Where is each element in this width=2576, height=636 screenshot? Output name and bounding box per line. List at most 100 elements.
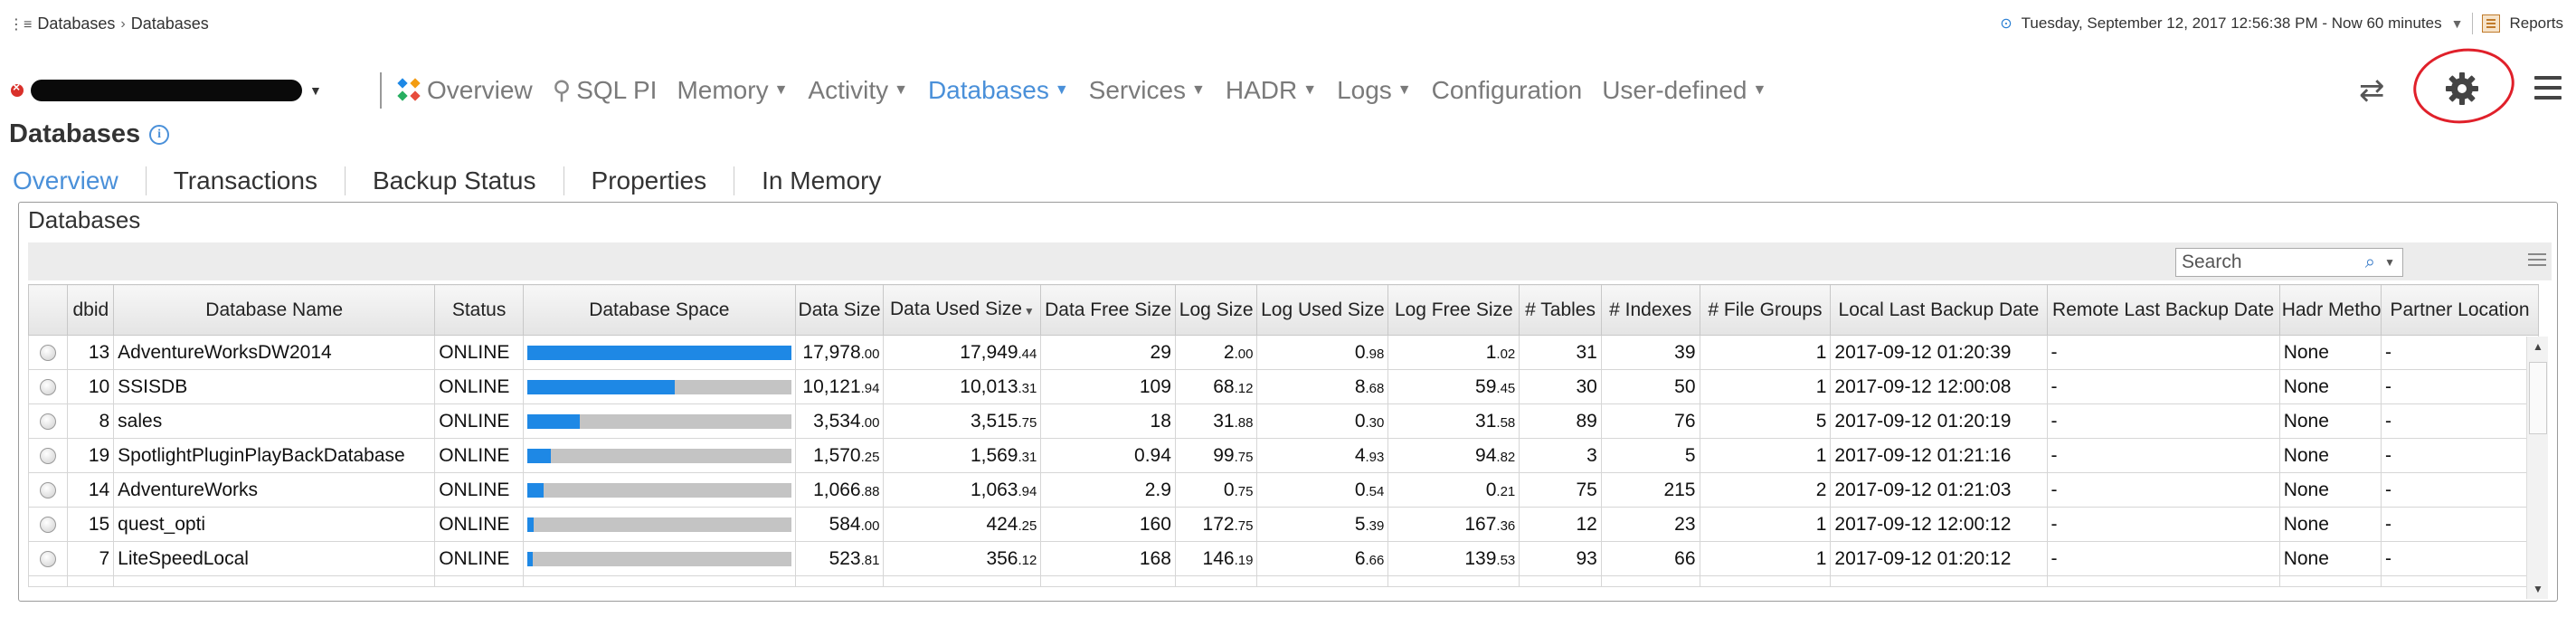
cell-dec: .82 xyxy=(1496,449,1516,465)
row-select-cell[interactable] xyxy=(27,369,69,404)
cell xyxy=(1174,575,1258,587)
cell: 2017-09-12 01:20:39 xyxy=(1830,335,2048,370)
table-row[interactable]: 19 SpotlightPluginPlayBackDatabase ONLINE 1… xyxy=(27,438,2539,473)
cell: ONLINE xyxy=(434,403,524,439)
time-range-dropdown-icon[interactable]: ▼ xyxy=(2451,16,2464,31)
breadcrumb-separator-icon: › xyxy=(120,15,126,32)
databases-panel: Databases Search ⌕ ▼ dbid Database Name St… xyxy=(18,202,2558,602)
cell: LiteSpeedLocal xyxy=(113,541,436,576)
subtab-properties[interactable]: Properties xyxy=(563,166,734,195)
column-header-partner-location[interactable]: Partner Location xyxy=(2381,284,2539,336)
chevron-down-icon[interactable]: ▼ xyxy=(309,83,322,98)
scroll-thumb[interactable] xyxy=(2529,362,2547,434)
row-radio[interactable] xyxy=(40,447,57,464)
column-header-hadr-method[interactable]: Hadr Method xyxy=(2278,284,2382,336)
nav-tab-configuration[interactable]: Configuration xyxy=(1432,76,1583,105)
nav-tab-databases[interactable]: Databases ▼ xyxy=(928,76,1069,105)
nav-tab-memory[interactable]: Memory ▼ xyxy=(677,76,788,105)
nav-tab-user-defined[interactable]: User-defined ▼ xyxy=(1602,76,1766,105)
row-radio[interactable] xyxy=(40,481,57,498)
reports-link[interactable]: Reports xyxy=(2509,14,2563,33)
row-radio[interactable] xyxy=(40,344,57,361)
column-header-label: Log Used Size xyxy=(1261,299,1385,320)
row-radio[interactable] xyxy=(40,516,57,533)
row-select-cell[interactable] xyxy=(27,403,69,439)
search-icon[interactable]: ⌕ xyxy=(2365,252,2375,273)
column-header-select[interactable] xyxy=(27,284,69,336)
info-icon[interactable]: i xyxy=(149,124,170,145)
table-row[interactable]: 14 AdventureWorks ONLINE 1,066.88 1,063.94 2.… xyxy=(27,472,2539,508)
row-radio[interactable] xyxy=(40,413,57,430)
column-header-log-used-size[interactable]: Log Used Size xyxy=(1256,284,1389,336)
nav-tab-services[interactable]: Services ▼ xyxy=(1089,76,1206,105)
row-radio[interactable] xyxy=(40,550,57,567)
cell: - xyxy=(2046,335,2280,370)
column-header-remote-last-backup-date[interactable]: Remote Last Backup Date xyxy=(2046,284,2280,336)
server-selector[interactable]: ▼ xyxy=(11,80,322,101)
hamburger-menu-icon[interactable] xyxy=(2534,76,2562,101)
table-row[interactable]: 15 quest_opti ONLINE 584.00 424.25 160 172.75 5… xyxy=(27,507,2539,542)
cell-int: 1 xyxy=(1485,341,1497,363)
cell-int: 146 xyxy=(1202,547,1235,569)
refresh-icon[interactable]: ⇄ xyxy=(2359,72,2385,109)
column-header-data-size[interactable]: Data Size xyxy=(794,284,885,336)
cell xyxy=(2381,575,2539,587)
nav-tab-logs[interactable]: Logs ▼ xyxy=(1337,76,1412,105)
column-header-data-free-size[interactable]: Data Free Size xyxy=(1040,284,1176,336)
search-options-dropdown-icon[interactable]: ▼ xyxy=(2384,256,2395,269)
row-select-cell[interactable] xyxy=(27,472,69,508)
row-radio[interactable] xyxy=(40,378,57,395)
column-header-status[interactable]: Status xyxy=(434,284,524,336)
column-header-log-size[interactable]: Log Size xyxy=(1174,284,1258,336)
search-input[interactable]: Search ⌕ ▼ xyxy=(2175,248,2403,277)
column-header--file-groups[interactable]: # File Groups xyxy=(1699,284,1832,336)
row-select-cell[interactable] xyxy=(27,541,69,576)
table-row[interactable]: 10 SSISDB ONLINE 10,121.94 10,013.31 109 68.12… xyxy=(27,369,2539,404)
cell xyxy=(1600,575,1700,587)
column-header-local-last-backup-date[interactable]: Local Last Backup Date xyxy=(1830,284,2048,336)
subtab-overview[interactable]: Overview xyxy=(13,166,146,195)
cell xyxy=(2278,575,2382,587)
table-row[interactable]: 13 AdventureWorksDW2014 ONLINE 17,978.00 17,… xyxy=(27,335,2539,370)
page-title: Databases i xyxy=(9,119,170,149)
table-row[interactable]: 7 LiteSpeedLocal ONLINE 523.81 356.12 168 146.… xyxy=(27,541,2539,576)
column-header-database-space[interactable]: Database Space xyxy=(523,284,796,336)
column-header-log-free-size[interactable]: Log Free Size xyxy=(1387,284,1520,336)
nav-tab-sql-pi[interactable]: ⚲ SQL PI xyxy=(553,75,658,105)
subtab-in-memory[interactable]: In Memory xyxy=(734,166,908,195)
scroll-down-icon[interactable]: ▼ xyxy=(2533,583,2543,595)
cell: 215 xyxy=(1600,472,1700,508)
column-header-database-name[interactable]: Database Name xyxy=(113,284,436,336)
nav-tab-activity[interactable]: Activity ▼ xyxy=(808,76,908,105)
nav-tab-overview[interactable]: Overview xyxy=(397,76,533,105)
cell xyxy=(67,575,115,587)
chevron-down-icon: ▼ xyxy=(1302,81,1318,98)
nav-tab-hadr[interactable]: HADR ▼ xyxy=(1226,76,1317,105)
cell-int: 139 xyxy=(1464,547,1497,569)
gear-icon[interactable] xyxy=(2442,69,2482,109)
row-select-cell[interactable] xyxy=(27,507,69,542)
vertical-scrollbar[interactable]: ▲ ▼ xyxy=(2526,337,2548,599)
cell xyxy=(113,575,436,587)
row-select-cell[interactable] xyxy=(27,438,69,473)
reports-icon[interactable] xyxy=(2482,14,2501,33)
subtab-backup-status[interactable]: Backup Status xyxy=(344,166,564,195)
database-space-bar xyxy=(527,551,791,566)
nav-tab-label: SQL PI xyxy=(576,75,658,104)
column-header--tables[interactable]: # Tables xyxy=(1519,284,1602,336)
column-header-dbid[interactable]: dbid xyxy=(67,284,115,336)
subtab-transactions[interactable]: Transactions xyxy=(145,166,345,195)
time-range-label[interactable]: Tuesday, September 12, 2017 12:56:38 PM … xyxy=(2022,14,2442,33)
column-chooser-icon[interactable] xyxy=(2528,253,2546,270)
table-row[interactable]: 8 sales ONLINE 3,534.00 3,515.75 18 31.88 0.30 3… xyxy=(27,403,2539,439)
nav-tab-label: Memory xyxy=(677,75,769,104)
column-header--indexes[interactable]: # Indexes xyxy=(1600,284,1700,336)
column-header-label: Partner Location xyxy=(2390,299,2530,320)
nav-tabs: Overview ⚲ SQL PI Memory ▼ Activity ▼ Databases… xyxy=(397,75,1786,105)
row-select-cell[interactable] xyxy=(27,335,69,370)
scroll-up-icon[interactable]: ▲ xyxy=(2533,340,2543,353)
column-header-data-used-size[interactable]: Data Used Size ▼ xyxy=(883,284,1042,336)
cell: 31.58 xyxy=(1387,403,1520,439)
database-space-bar xyxy=(527,448,791,463)
breadcrumb-root[interactable]: Databases xyxy=(37,14,115,33)
